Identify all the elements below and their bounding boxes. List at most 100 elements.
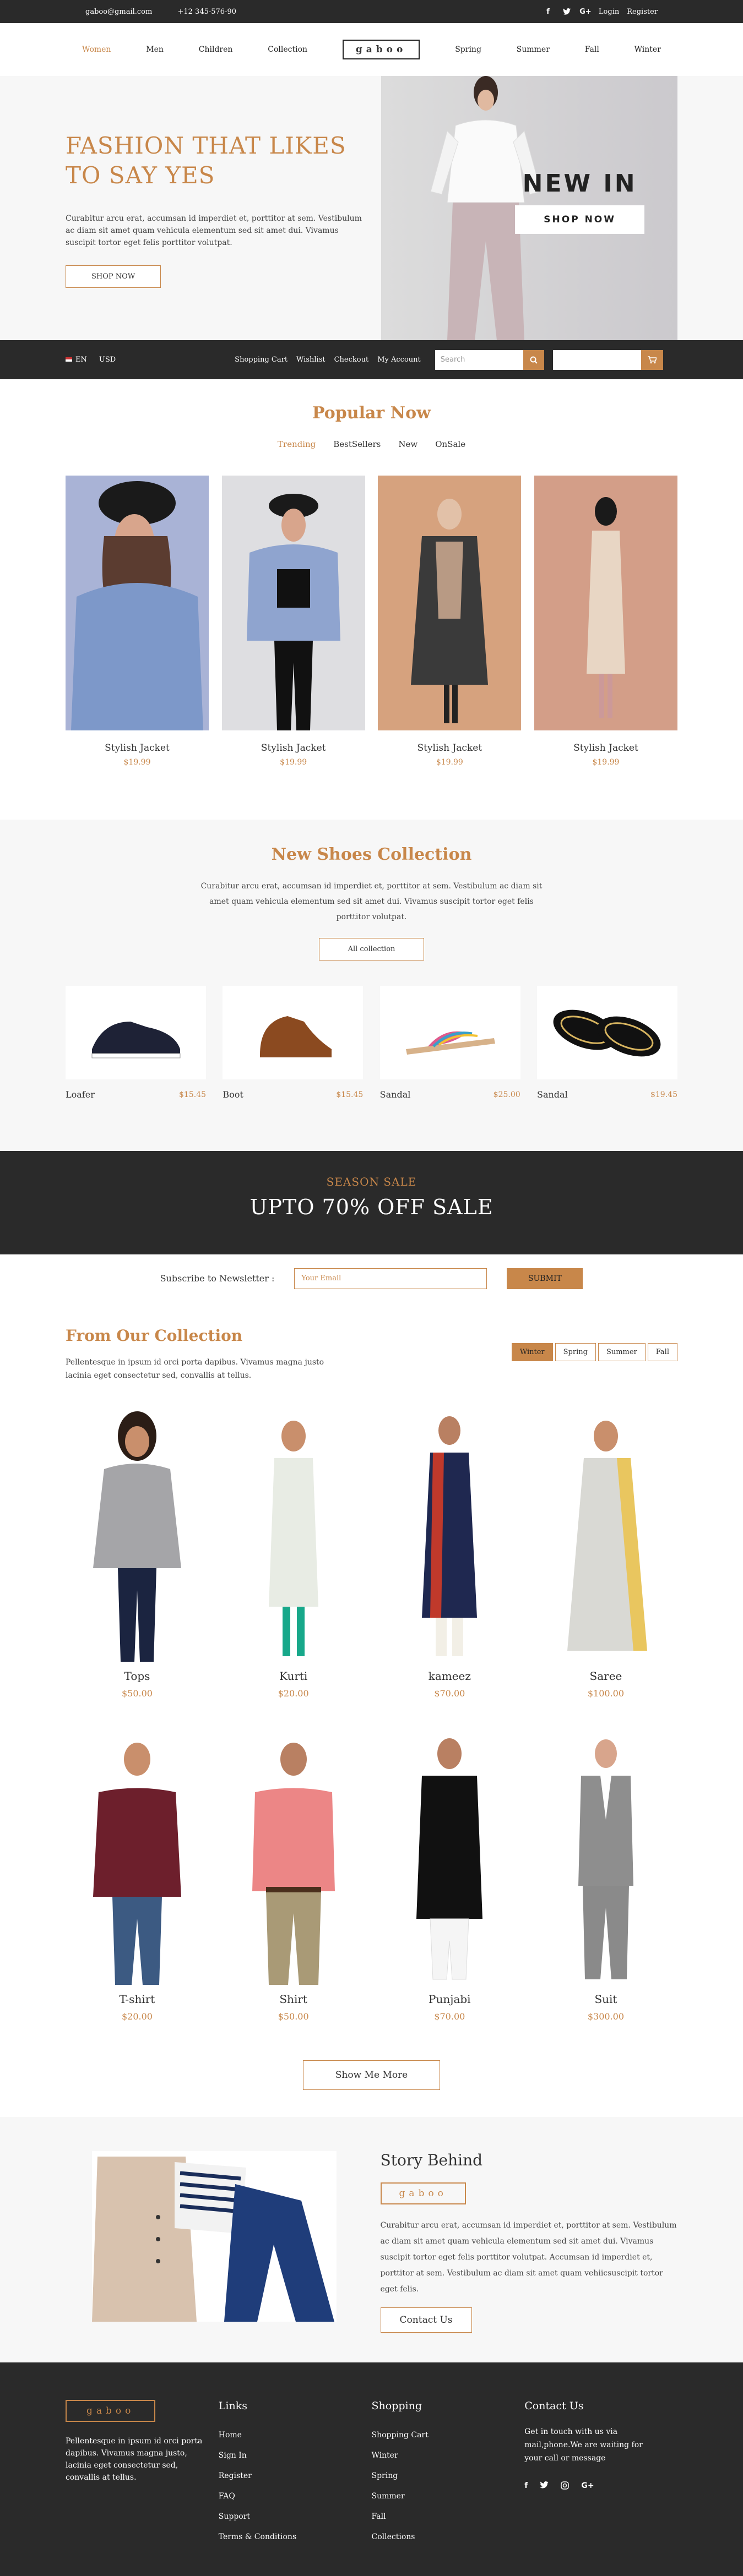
filter-summer[interactable]: Summer [598,1343,646,1361]
tab-trending[interactable]: Trending [278,439,316,449]
product-image[interactable] [221,476,365,730]
footer-link-faq[interactable]: FAQ [219,2486,372,2507]
footer-link-support[interactable]: Support [219,2507,372,2527]
facebook-icon[interactable]: f [543,6,554,17]
language-selector[interactable]: EN [66,356,87,364]
collection-item[interactable]: Tops $50.00 [66,1409,209,1699]
product-card[interactable]: Stylish Jacket $19.99 [378,476,522,767]
product-card[interactable]: Stylish Jacket $19.99 [534,476,677,767]
filter-spring[interactable]: Spring [555,1343,596,1361]
footer-logo[interactable]: gaboo [66,2400,156,2422]
collection-item[interactable]: Punjabi $70.00 [378,1732,521,2022]
shoe-image[interactable] [66,986,206,1079]
hero-shop-now-button[interactable]: SHOP NOW [66,265,161,288]
product-image[interactable] [378,476,522,730]
login-link[interactable]: Login [599,8,619,16]
collection-image[interactable] [222,1409,365,1667]
collection-image[interactable] [534,1409,677,1667]
newsletter-email-input[interactable]: Your Email [294,1268,487,1289]
email-link[interactable]: gaboo@gmail.com [85,8,152,16]
nav-summer[interactable]: Summer [517,45,550,54]
nav-children[interactable]: Children [199,45,233,54]
twitter-icon[interactable] [561,6,572,17]
utility-bar: EN USD Shopping Cart Wishlist Checkout M… [0,340,743,379]
contact-us-button[interactable]: Contact Us [380,2307,472,2333]
collection-image[interactable] [378,1732,521,1990]
collection-item[interactable]: T-shirt $20.00 [66,1732,209,2022]
collection-item[interactable]: Kurti $20.00 [222,1409,365,1699]
shoe-card[interactable]: Boot $15.45 [223,986,364,1100]
nav-collection[interactable]: Collection [268,45,307,54]
sale-banner[interactable]: SEASON SALE UPTO 70% OFF SALE [0,1151,743,1254]
register-link[interactable]: Register [627,8,658,16]
collection-item-name: Punjabi [429,1993,471,2006]
search-input[interactable]: Search [435,350,523,370]
collection-item[interactable]: Saree $100.00 [534,1409,677,1699]
collection-item[interactable]: Shirt $50.00 [222,1732,365,2022]
collection-item-price: $70.00 [434,1688,465,1699]
collection-image[interactable] [378,1409,521,1667]
footer-shopping-collections[interactable]: Collections [372,2527,525,2547]
facebook-icon[interactable]: f [524,2481,528,2492]
product-name: Stylish Jacket [417,743,482,754]
currency-selector[interactable]: USD [99,356,116,364]
show-more-button[interactable]: Show Me More [302,2060,441,2090]
footer-shopping-fall[interactable]: Fall [372,2507,525,2527]
cart-button[interactable] [641,350,663,370]
footer-about: Pellentesque in ipsum id orci porta dapi… [66,2437,203,2482]
google-plus-icon[interactable]: G+ [579,6,592,17]
collection-image[interactable] [66,1409,209,1667]
product-card[interactable]: Stylish Jacket $19.99 [221,476,365,767]
shoe-image[interactable] [379,986,520,1079]
shoe-card[interactable]: Sandal $19.45 [536,986,677,1100]
collection-item[interactable]: Suit $300.00 [534,1732,677,2022]
nav-women[interactable]: Women [82,45,111,54]
collection-image[interactable] [222,1732,365,1990]
nav-fall[interactable]: Fall [585,45,599,54]
product-image[interactable] [66,476,209,730]
instagram-icon[interactable] [561,2481,570,2492]
tab-onsale[interactable]: OnSale [435,439,465,449]
product-image[interactable] [534,476,677,730]
hero-banner-image[interactable]: NEW IN SHOP NOW [381,76,677,340]
footer-link-home[interactable]: Home [219,2425,372,2446]
all-collection-button[interactable]: All collection [318,938,425,960]
collection-image[interactable] [534,1732,677,1990]
checkout-link[interactable]: Checkout [334,356,369,364]
google-plus-icon[interactable]: G+ [581,2481,594,2492]
shoe-card[interactable]: Loafer $15.45 [66,986,206,1100]
product-card[interactable]: Stylish Jacket $19.99 [66,476,209,767]
cart-icon [647,356,657,363]
shoe-image[interactable] [536,986,677,1079]
footer-shopping-summer[interactable]: Summer [372,2486,525,2507]
story-logo: gaboo [380,2182,466,2204]
filter-winter[interactable]: Winter [511,1343,553,1361]
my-account-link[interactable]: My Account [377,356,421,364]
footer-link-register[interactable]: Register [219,2466,372,2486]
cart-summary-field[interactable] [552,350,641,370]
shoe-card[interactable]: Sandal $25.00 [379,986,520,1100]
twitter-icon[interactable] [540,2481,549,2492]
shoe-image[interactable] [223,986,364,1079]
nav-men[interactable]: Men [146,45,164,54]
newsletter-submit-button[interactable]: SUBMIT [507,1268,583,1289]
shopping-cart-link[interactable]: Shopping Cart [235,356,288,364]
collection-item-name: Saree [589,1669,622,1683]
footer-shopping-spring[interactable]: Spring [372,2466,525,2486]
tab-new[interactable]: New [398,439,417,449]
search-button[interactable] [523,350,544,370]
footer-contact-title: Contact Us [524,2400,584,2412]
nav-winter[interactable]: Winter [634,45,661,54]
collection-image[interactable] [66,1732,209,1990]
footer-link-sign-in[interactable]: Sign In [219,2446,372,2466]
banner-shop-now-button[interactable]: SHOP NOW [515,205,644,234]
nav-spring[interactable]: Spring [455,45,481,54]
collection-item[interactable]: kameez $70.00 [378,1409,521,1699]
footer-shopping-winter[interactable]: Winter [372,2446,525,2466]
footer-shopping-cart[interactable]: Shopping Cart [372,2425,525,2446]
filter-fall[interactable]: Fall [647,1343,677,1361]
wishlist-link[interactable]: Wishlist [296,356,326,364]
site-logo[interactable]: gaboo [342,40,420,59]
tab-bestsellers[interactable]: BestSellers [333,439,381,449]
footer-link-terms[interactable]: Terms & Conditions [219,2527,372,2547]
